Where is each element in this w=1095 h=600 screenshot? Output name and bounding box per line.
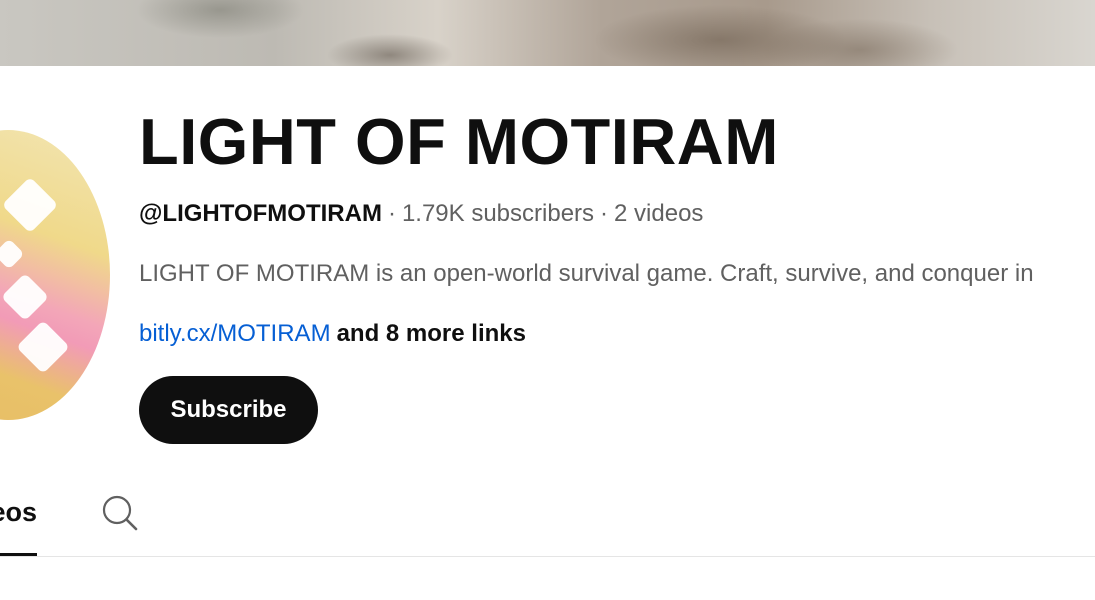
subscribe-button[interactable]: Subscribe: [139, 376, 318, 444]
channel-meta: @LIGHTOFMOTIRAM · 1.79K subscribers · 2 vide…: [139, 198, 703, 230]
avatar-diamond-shape: [16, 320, 70, 374]
avatar-diamond-shape: [0, 272, 50, 322]
channel-title: LIGHT OF MOTIRAM: [139, 105, 779, 178]
subscriber-count: 1.79K subscribers: [401, 200, 595, 227]
channel-avatar[interactable]: [0, 130, 110, 420]
meta-separator: ·: [387, 200, 396, 227]
channel-handle: @LIGHTOFMOTIRAM: [139, 200, 382, 227]
tab-videos[interactable]: Videos: [0, 470, 37, 556]
channel-links: bitly.cx/MOTIRAM and 8 more links: [139, 318, 526, 350]
video-count: 2 videos: [614, 200, 704, 227]
avatar-diamond-shape: [1, 176, 59, 234]
tab-videos-label: Videos: [0, 497, 37, 527]
search-icon[interactable]: [98, 492, 140, 534]
channel-link[interactable]: bitly.cx/MOTIRAM: [139, 320, 331, 347]
channel-page: LIGHT OF MOTIRAM @LIGHTOFMOTIRAM · 1.79K s…: [0, 0, 1095, 600]
search-icon-graphic: [102, 495, 138, 531]
more-links-button[interactable]: and 8 more links: [337, 320, 526, 347]
tabs-divider: [0, 556, 1095, 557]
channel-banner: [0, 0, 1095, 66]
meta-separator: ·: [600, 200, 609, 227]
channel-description[interactable]: LIGHT OF MOTIRAM is an open-world surviv…: [139, 258, 1034, 290]
avatar-diamond-shape: [0, 238, 25, 270]
